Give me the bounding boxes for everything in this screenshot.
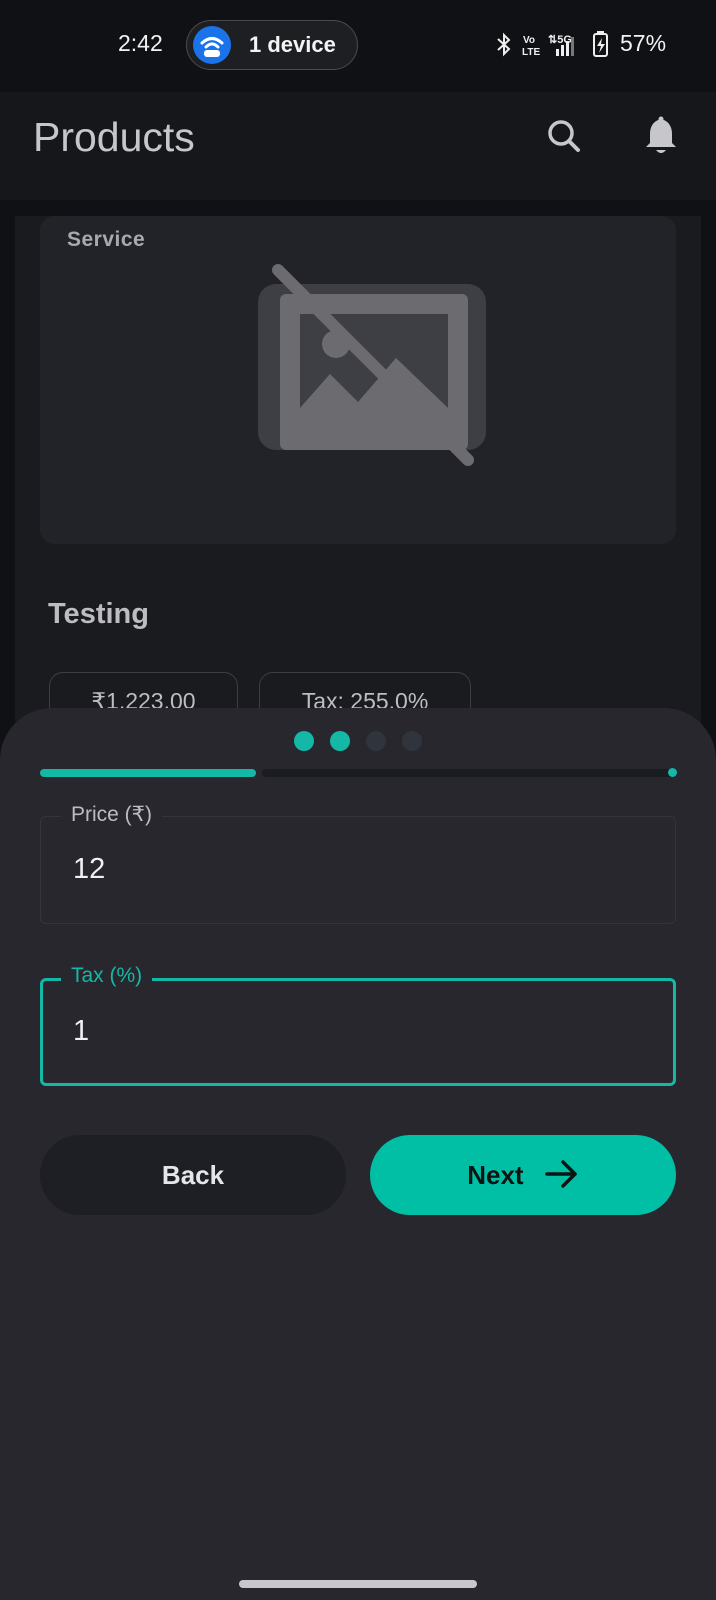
battery-charging-icon <box>593 31 608 57</box>
tax-input[interactable]: 1 <box>73 1015 89 1048</box>
progress-fill <box>40 769 256 777</box>
svg-text:Vo: Vo <box>523 35 535 46</box>
next-button[interactable]: Next <box>370 1135 676 1215</box>
arrow-right-icon <box>545 1160 577 1188</box>
page-title: Products <box>33 114 195 160</box>
back-button[interactable]: Back <box>40 1135 346 1215</box>
hotspot-label: 1 device <box>249 32 336 57</box>
bell-icon <box>646 116 676 153</box>
step-dot-4 <box>402 731 422 751</box>
product-card[interactable]: Service Testing ₹1,223.00 Tax: 255.0% <box>15 216 701 736</box>
progress-end-dot <box>668 768 677 777</box>
image-not-supported-icon <box>258 264 486 466</box>
tax-field[interactable]: Tax (%) 1 <box>40 964 676 1086</box>
tax-field-label: Tax (%) <box>61 964 153 988</box>
status-time: 2:42 <box>118 30 163 56</box>
wifi-hotspot-icon <box>193 26 231 64</box>
step-dot-3 <box>366 731 386 751</box>
volte-icon: Vo LTE <box>522 35 540 58</box>
next-button-label: Next <box>467 1160 524 1190</box>
status-bar: 2:42 1 device Vo LTE ⇅5G 57% <box>0 0 716 92</box>
system-status-icons: Vo LTE ⇅5G <box>497 31 608 58</box>
home-indicator[interactable] <box>239 1580 477 1588</box>
product-category: Service <box>67 228 146 251</box>
bluetooth-icon <box>497 32 511 57</box>
search-icon <box>548 120 580 152</box>
progress-track <box>262 769 676 777</box>
edit-product-sheet: Price (₹) 12 Tax (%) 1 Back Next <box>0 708 716 1600</box>
svg-text:LTE: LTE <box>522 47 540 58</box>
price-field[interactable]: Price (₹) 12 <box>40 802 676 924</box>
search-button[interactable] <box>540 112 590 162</box>
back-button-label: Back <box>161 1160 225 1190</box>
step-dot-2 <box>330 731 350 751</box>
5g-signal-icon: ⇅5G <box>548 34 574 56</box>
hotspot-indicator[interactable]: 1 device <box>186 20 358 70</box>
price-field-label: Price (₹) <box>61 802 163 827</box>
battery-percentage: 57% <box>620 30 667 56</box>
notifications-button[interactable] <box>636 112 686 162</box>
price-input[interactable]: 12 <box>73 853 105 886</box>
product-name: Testing <box>48 598 149 630</box>
step-dot-1 <box>294 731 314 751</box>
app-bar: Products <box>0 92 716 200</box>
product-image: Service <box>40 216 676 544</box>
